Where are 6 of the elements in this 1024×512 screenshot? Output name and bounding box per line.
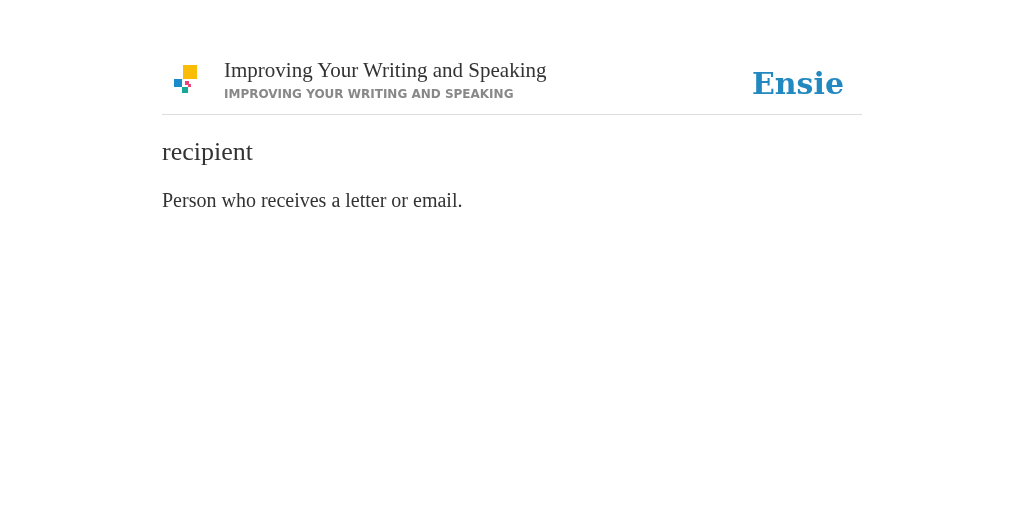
entry-term: recipient	[162, 137, 254, 167]
entry-definition: Person who receives a letter or email.	[162, 189, 464, 212]
logo-icon	[174, 64, 198, 94]
site-title: Improving Your Writing and Speaking	[224, 57, 548, 83]
brand-logo[interactable]: Ensie	[751, 65, 844, 101]
site-subtitle: IMPROVING YOUR WRITING AND SPEAKING	[224, 86, 515, 101]
